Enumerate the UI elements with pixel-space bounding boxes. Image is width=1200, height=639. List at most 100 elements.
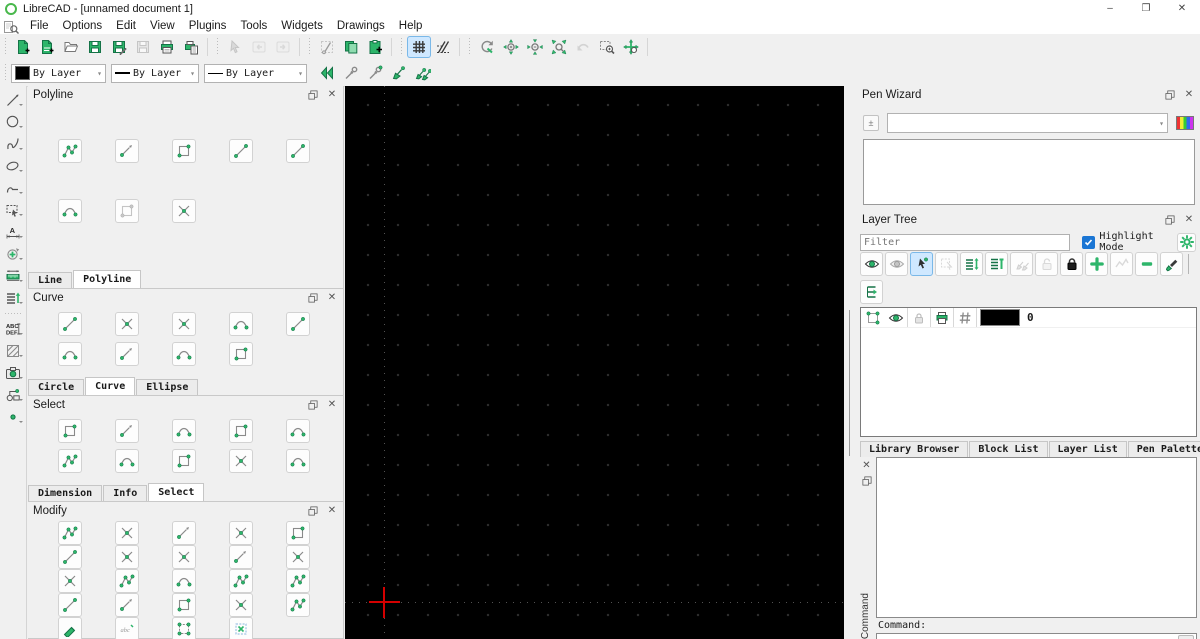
cat-hatch-icon[interactable] xyxy=(2,340,24,361)
new-drawing-icon[interactable] xyxy=(11,36,35,58)
command-history[interactable] xyxy=(876,457,1197,618)
select-entity-icon[interactable] xyxy=(58,419,82,443)
menu-tools[interactable]: Tools xyxy=(233,17,274,34)
show-all-layers-icon[interactable] xyxy=(860,252,883,276)
cat-polyline-icon[interactable] xyxy=(2,177,24,198)
cat-block-icon[interactable] xyxy=(2,384,24,405)
dock-splitter[interactable] xyxy=(844,86,857,639)
layer-details-icon[interactable] xyxy=(985,252,1008,276)
cat-image-icon[interactable] xyxy=(2,362,24,383)
zoom-auto-icon[interactable] xyxy=(547,36,571,58)
open-icon[interactable] xyxy=(59,36,83,58)
layer-filter-input[interactable] xyxy=(860,234,1070,251)
new-from-template-icon[interactable] xyxy=(35,36,59,58)
float-icon[interactable] xyxy=(307,505,319,517)
pen-copy-icon[interactable] xyxy=(411,62,435,84)
pen-wizard-spin-button[interactable]: ± xyxy=(863,115,879,131)
tab-pen-palette[interactable]: Pen Palette xyxy=(1128,441,1200,457)
save-as-icon[interactable] xyxy=(107,36,131,58)
pen-color-combobox[interactable]: By Layer ▾ xyxy=(11,64,106,83)
toolbar-handle[interactable] xyxy=(3,64,8,82)
copy-icon[interactable] xyxy=(339,36,363,58)
menu-drawings[interactable]: Drawings xyxy=(330,17,392,34)
pen-wizard-combobox[interactable]: ▾ xyxy=(887,113,1168,133)
polyline-icon[interactable] xyxy=(58,139,82,163)
construction-icon[interactable] xyxy=(953,308,976,327)
pen-linetype-combobox[interactable]: By Layer ▾ xyxy=(204,64,307,83)
mdi-document-icon[interactable] xyxy=(3,19,19,33)
tab-library-browser[interactable]: Library Browser xyxy=(860,441,968,457)
parabola-focus-icon[interactable] xyxy=(115,342,139,366)
visibility-icon[interactable] xyxy=(885,308,907,327)
hide-all-layers-icon[interactable] xyxy=(885,252,908,276)
modify-stretch-icon[interactable] xyxy=(172,593,196,617)
polyline-delete-node-icon[interactable] xyxy=(229,139,253,163)
grid-icon[interactable] xyxy=(407,36,431,58)
polyline-append-node-icon[interactable] xyxy=(172,139,196,163)
pen-pick-icon[interactable] xyxy=(339,62,363,84)
polyline-add-node-icon[interactable] xyxy=(115,139,139,163)
zoom-window-icon[interactable] xyxy=(595,36,619,58)
sort-layers-icon[interactable] xyxy=(960,252,983,276)
color-wheel-icon[interactable] xyxy=(1176,116,1194,130)
layer-list[interactable]: 0 xyxy=(860,307,1197,437)
modify-trim-amount-icon[interactable] xyxy=(115,569,139,593)
add-layer-icon[interactable] xyxy=(1085,252,1108,276)
toolbar-handle[interactable] xyxy=(3,38,8,56)
tab-info[interactable]: Info xyxy=(103,485,147,501)
cat-order-icon[interactable] xyxy=(2,287,24,308)
close-icon[interactable]: ✕ xyxy=(326,399,338,411)
toolbar-handle[interactable] xyxy=(467,38,472,56)
menu-plugins[interactable]: Plugins xyxy=(182,17,234,34)
float-icon[interactable] xyxy=(307,89,319,101)
parabola-4-points-icon[interactable] xyxy=(58,342,82,366)
toolbar-handle[interactable] xyxy=(307,38,312,56)
spline-points-icon[interactable] xyxy=(172,342,196,366)
print-icon[interactable] xyxy=(930,308,953,327)
save-icon[interactable] xyxy=(83,36,107,58)
gear-icon[interactable] xyxy=(1177,233,1196,252)
cat-circle-icon[interactable] xyxy=(2,111,24,132)
modify-trim-two-icon[interactable] xyxy=(286,545,310,569)
close-button[interactable]: ✕ xyxy=(1164,0,1200,17)
tab-curve[interactable]: Curve xyxy=(85,377,135,395)
flatten-tree-icon[interactable] xyxy=(860,280,883,304)
lock-icon[interactable] xyxy=(907,308,930,327)
restore-button[interactable]: ❐ xyxy=(1128,0,1164,17)
construction-toggle-icon[interactable] xyxy=(861,308,885,327)
close-icon[interactable]: ✕ xyxy=(861,459,873,471)
close-icon[interactable]: ✕ xyxy=(1183,214,1195,226)
modify-rotate-icon[interactable] xyxy=(115,521,139,545)
print-icon[interactable] xyxy=(155,36,179,58)
spline-through-points-icon[interactable] xyxy=(286,312,310,336)
float-icon[interactable] xyxy=(1164,89,1176,101)
isometric-grid-icon[interactable] xyxy=(431,36,455,58)
edit-layer-icon[interactable] xyxy=(1160,252,1183,276)
close-icon[interactable]: ✕ xyxy=(1183,89,1195,101)
modify-rotate-two-icon[interactable] xyxy=(58,545,82,569)
print-preview-icon[interactable] xyxy=(179,36,203,58)
pen-wizard-list[interactable] xyxy=(863,139,1195,205)
modify-align-icon[interactable] xyxy=(172,545,196,569)
select-layer-mode-icon[interactable] xyxy=(910,252,933,276)
highlight-mode-checkbox[interactable] xyxy=(1082,236,1095,249)
pen-apply-icon[interactable] xyxy=(387,62,411,84)
layer-row[interactable]: 0 xyxy=(861,308,1196,328)
modify-divide-icon[interactable] xyxy=(229,569,253,593)
arc-tangent-icon[interactable] xyxy=(172,312,196,336)
paste-icon[interactable] xyxy=(363,36,387,58)
layer-color-cell[interactable] xyxy=(976,308,1023,327)
modify-delete-selected-icon[interactable] xyxy=(229,617,253,639)
lock-all-layers-icon[interactable] xyxy=(1060,252,1083,276)
cat-line-icon[interactable] xyxy=(2,89,24,110)
modify-explode-icon[interactable] xyxy=(172,617,196,639)
close-icon[interactable]: ✕ xyxy=(326,292,338,304)
tab-ellipse[interactable]: Ellipse xyxy=(136,379,198,395)
select-layer-icon[interactable] xyxy=(229,449,253,473)
toolbar-handle[interactable] xyxy=(399,38,404,56)
modify-lengthen-icon[interactable] xyxy=(58,569,82,593)
select-all-icon[interactable] xyxy=(229,419,253,443)
arc-3-points-icon[interactable] xyxy=(115,312,139,336)
modify-cut-icon[interactable] xyxy=(172,569,196,593)
cat-select-icon[interactable] xyxy=(2,199,24,220)
